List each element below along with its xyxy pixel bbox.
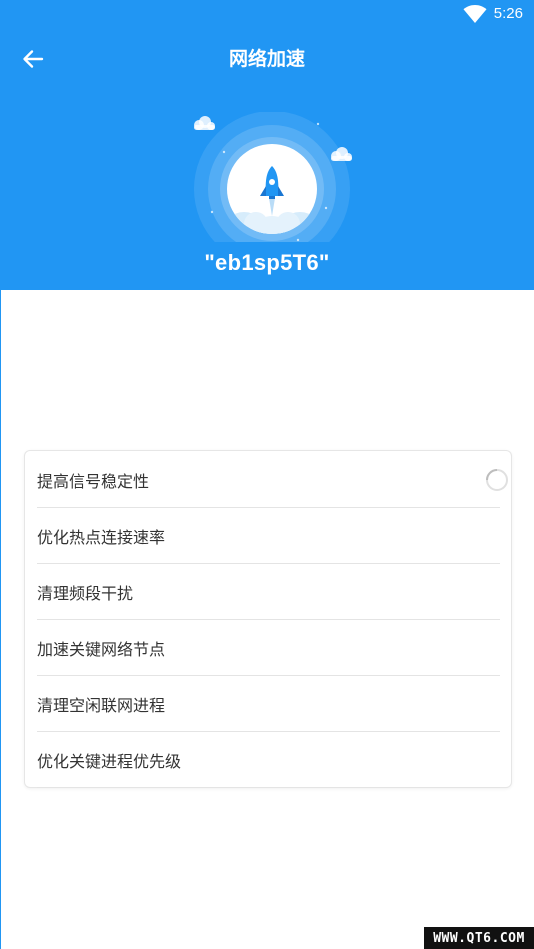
header: 5:26 网络加速 "eb1sp5T6" [0, 0, 534, 290]
status-time: 5:26 [493, 5, 523, 22]
task-label: 优化热点连接速率 [37, 528, 166, 547]
list-item[interactable]: 加速关键网络节点 [37, 620, 500, 676]
status-bar: 5:26 [0, 0, 534, 30]
cloud-icon [194, 116, 215, 130]
task-label: 优化关键进程优先级 [37, 752, 182, 771]
left-edge-line [0, 290, 1, 949]
task-label: 清理空闲联网进程 [37, 696, 166, 715]
list-item[interactable]: 提高信号稳定性 [37, 452, 508, 508]
task-label: 清理频段干扰 [37, 584, 134, 603]
loading-icon [486, 469, 508, 491]
network-name: "eb1sp5T6" [204, 250, 330, 275]
speed-illustration [186, 111, 358, 267]
list-item[interactable]: 优化热点连接速率 [37, 508, 500, 564]
page-title: 网络加速 [228, 48, 305, 70]
watermark: WWW.QT6.COM [424, 927, 534, 949]
task-label: 加速关键网络节点 [37, 640, 166, 659]
task-label: 提高信号稳定性 [37, 472, 150, 491]
list-item[interactable]: 清理空闲联网进程 [37, 676, 500, 732]
list-item[interactable]: 清理频段干扰 [37, 564, 500, 620]
wifi-icon [463, 5, 487, 23]
list-item[interactable]: 优化关键进程优先级 [37, 732, 500, 788]
rocket-illustration [194, 111, 352, 267]
task-list: 提高信号稳定性 优化热点连接速率 清理频段干扰 加速关键网络节点 清理空闲联网进… [24, 450, 512, 788]
